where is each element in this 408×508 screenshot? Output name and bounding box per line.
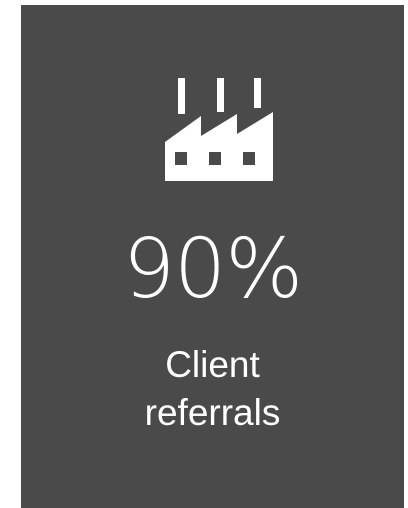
caption-line: referrals <box>144 392 281 433</box>
caption-line: Client <box>165 344 260 385</box>
stat-value: 90% <box>122 222 303 317</box>
stat-caption: Client referrals <box>21 341 404 437</box>
stat-card: 90% Client referrals <box>21 5 404 508</box>
factory-icon <box>165 78 273 181</box>
